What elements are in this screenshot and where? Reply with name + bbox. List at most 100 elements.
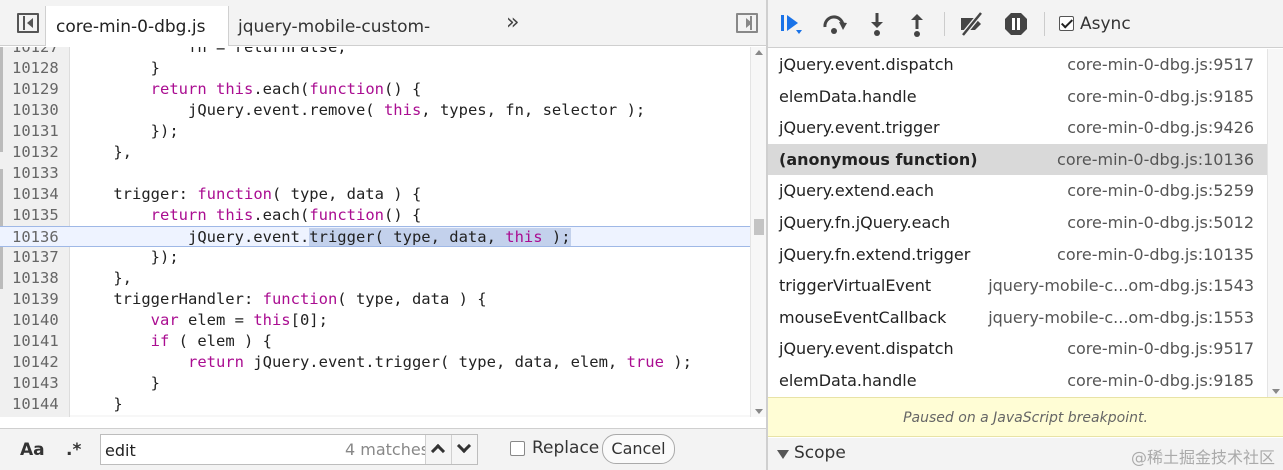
step-over-icon[interactable]: [820, 10, 847, 38]
call-frame-location[interactable]: jquery-mobile-c...om-dbg.js:1553: [988, 302, 1254, 333]
code-line[interactable]: 10131 });: [0, 121, 750, 142]
line-number[interactable]: 10143: [12, 373, 59, 394]
code-line[interactable]: 10140 var elem = this[0];: [0, 310, 750, 331]
code-line[interactable]: 10127 fn = returnFalse;: [0, 47, 750, 58]
call-frame[interactable]: jQuery.fn.extend.trigger core-min-0-dbg.j…: [768, 239, 1267, 271]
code-line[interactable]: 10136 jQuery.event.trigger( type, data, …: [0, 226, 750, 247]
line-number[interactable]: 10139: [12, 289, 59, 310]
call-frame-location[interactable]: core-min-0-dbg.js:9517: [1067, 49, 1254, 80]
code-line[interactable]: 10137 });: [0, 247, 750, 268]
line-number[interactable]: 10136: [12, 227, 59, 248]
call-frame-location[interactable]: core-min-0-dbg.js:10135: [1057, 239, 1254, 270]
chevron-down-icon: [456, 438, 472, 454]
regex-button[interactable]: .*: [66, 440, 81, 460]
call-frame-location[interactable]: core-min-0-dbg.js:10136: [1057, 144, 1254, 175]
code-line[interactable]: 10144 }: [0, 394, 750, 415]
editor-horizontal-scrollbar[interactable]: [70, 415, 750, 417]
line-number[interactable]: 10145: [12, 415, 59, 417]
code-line[interactable]: 10141 if ( elem ) {: [0, 331, 750, 352]
call-frame-location[interactable]: core-min-0-dbg.js:9426: [1067, 112, 1254, 143]
code-line[interactable]: 10134 trigger: function( type, data ) {: [0, 184, 750, 205]
line-number[interactable]: 10144: [12, 394, 59, 415]
tab-core-min-0-dbg[interactable]: core-min-0-dbg.js: [45, 6, 229, 46]
search-input[interactable]: [105, 438, 335, 462]
line-number[interactable]: 10141: [12, 331, 59, 352]
editor-vertical-scrollbar[interactable]: [750, 47, 766, 417]
code-text: });: [76, 122, 179, 140]
code-line[interactable]: 10138 },: [0, 268, 750, 289]
code-line[interactable]: 10128 }: [0, 58, 750, 79]
line-number[interactable]: 10130: [12, 100, 59, 121]
code-line[interactable]: 10143 }: [0, 373, 750, 394]
call-frame-location[interactable]: core-min-0-dbg.js:9517: [1067, 333, 1254, 364]
code-line[interactable]: 10142 return jQuery.event.trigger( type,…: [0, 352, 750, 373]
line-number[interactable]: 10134: [12, 184, 59, 205]
scroll-up-icon[interactable]: [755, 50, 763, 55]
cancel-button[interactable]: Cancel: [602, 434, 675, 464]
scroll-down-icon[interactable]: [1272, 389, 1280, 394]
line-number[interactable]: 10135: [12, 205, 59, 226]
pause-on-exceptions-icon[interactable]: [1002, 10, 1028, 38]
step-into-icon[interactable]: [864, 10, 890, 38]
code-line[interactable]: 10132 },: [0, 142, 750, 163]
watermark: @稀土掘金技术社区: [1130, 448, 1275, 467]
line-number[interactable]: 10127: [12, 47, 59, 58]
line-number[interactable]: 10132: [12, 142, 59, 163]
code-editor[interactable]: 10127 fn = returnFalse; 10128 } 10129 retu…: [0, 47, 766, 417]
scope-section-header[interactable]: Scope @稀土掘金技术社区: [768, 438, 1283, 470]
deactivate-breakpoints-icon[interactable]: [957, 10, 983, 38]
more-tabs-icon[interactable]: »: [506, 10, 520, 35]
scrollbar-thumb[interactable]: [754, 219, 764, 235]
code-line[interactable]: 10139 triggerHandler: function( type, da…: [0, 289, 750, 310]
step-out-icon[interactable]: [904, 10, 930, 38]
call-frame[interactable]: jQuery.event.dispatch core-min-0-dbg.js:9…: [768, 49, 1267, 81]
code-text: },: [76, 143, 132, 161]
toggle-debugger-icon[interactable]: [736, 13, 758, 33]
call-frame[interactable]: (anonymous function) core-min-0-dbg.js:10…: [768, 143, 1267, 176]
call-frame[interactable]: triggerVirtualEvent jquery-mobile-c...om-…: [768, 270, 1267, 302]
call-frame[interactable]: jQuery.extend.each core-min-0-dbg.js:5259: [768, 175, 1267, 207]
chevron-up-icon: [430, 443, 446, 459]
code-line[interactable]: 10133: [0, 163, 750, 184]
search-match-count: 4 matches: [345, 440, 430, 459]
line-number[interactable]: 10128: [12, 58, 59, 79]
call-frame-location[interactable]: core-min-0-dbg.js:5259: [1067, 175, 1254, 206]
line-number[interactable]: 10142: [12, 352, 59, 373]
code-line[interactable]: 10130 jQuery.event.remove( this, types, …: [0, 100, 750, 121]
call-frame[interactable]: mouseEventCallback jquery-mobile-c...om-d…: [768, 302, 1267, 334]
line-number[interactable]: 10137: [12, 247, 59, 268]
call-frame[interactable]: elemData.handle core-min-0-dbg.js:9185: [768, 81, 1267, 113]
replace-checkbox[interactable]: [510, 441, 525, 456]
call-frame[interactable]: elemData.handle core-min-0-dbg.js:9185: [768, 365, 1267, 397]
line-number[interactable]: 10133: [12, 163, 59, 184]
toggle-navigator-icon[interactable]: [17, 13, 39, 33]
line-number[interactable]: 10138: [12, 268, 59, 289]
call-frame[interactable]: jQuery.fn.jQuery.each core-min-0-dbg.js:5…: [768, 207, 1267, 239]
search-bar: Aa .* 4 matches Replace Cancel: [0, 428, 766, 470]
call-stack-scrollbar[interactable]: [1267, 49, 1283, 397]
async-checkbox[interactable]: [1059, 16, 1074, 31]
editor-tab-bar: core-min-0-dbg.js jquery-mobile-custom-d…: [0, 0, 766, 79]
line-number[interactable]: 10140: [12, 310, 59, 331]
debugger-toolbar: Async: [768, 0, 1283, 48]
line-number[interactable]: 10129: [12, 79, 59, 100]
call-frame[interactable]: jQuery.event.trigger core-min-0-dbg.js:94…: [768, 112, 1267, 144]
scroll-down-icon[interactable]: [755, 409, 763, 414]
match-case-button[interactable]: Aa: [20, 440, 45, 460]
call-frame-location[interactable]: jquery-mobile-c...om-dbg.js:1543: [988, 270, 1254, 301]
search-previous-button[interactable]: [425, 435, 451, 464]
tab-jquery-mobile-custom-dbg[interactable]: jquery-mobile-custom-dbg.js: [228, 6, 488, 79]
code-text: triggerHandler: function( type, data ) {: [76, 290, 487, 308]
call-frame-location[interactable]: core-min-0-dbg.js:9185: [1067, 365, 1254, 396]
search-next-button[interactable]: [451, 435, 477, 464]
code-text: fn = returnFalse;: [76, 47, 347, 56]
resume-icon[interactable]: [777, 10, 803, 38]
code-line[interactable]: 10135 return this.each(function() {: [0, 205, 750, 226]
call-frame[interactable]: jQuery.event.dispatch core-min-0-dbg.js:9…: [768, 333, 1267, 365]
line-number[interactable]: 10131: [12, 121, 59, 142]
toolbar-separator: [944, 12, 945, 36]
call-frame-location[interactable]: core-min-0-dbg.js:9185: [1067, 81, 1254, 112]
call-frame-location[interactable]: core-min-0-dbg.js:5012: [1067, 207, 1254, 238]
code-line[interactable]: 10129 return this.each(function() {: [0, 79, 750, 100]
call-frame-name: jQuery.event.dispatch: [779, 55, 954, 74]
